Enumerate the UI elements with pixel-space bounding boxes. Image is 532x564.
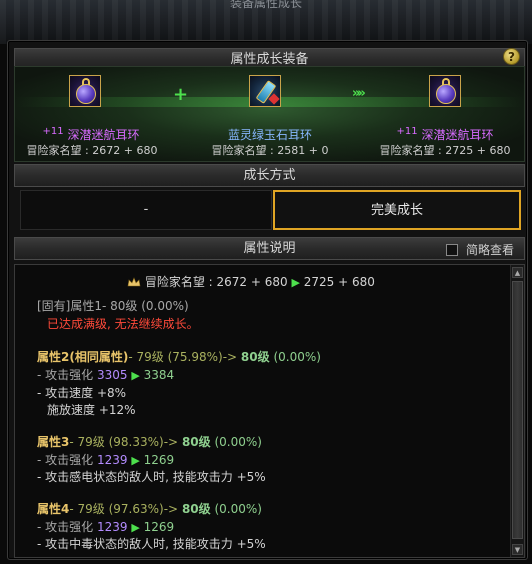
attr2-line-1: - 攻击强化 3305 ▶ 3384 <box>37 366 174 383</box>
attr2-level: - 79级 (75.98%) <box>128 350 223 364</box>
attr3-line-2: - 攻击感电状态的敌人时, 技能攻击力 +5% <box>37 470 266 484</box>
material-item-slot[interactable] <box>249 75 281 107</box>
result-item-slot[interactable] <box>429 75 461 107</box>
attr4-line1-from: 1239 <box>96 520 128 534</box>
forward-arrows-icon: »» <box>352 86 366 101</box>
attr2-line-3: 施放速度 +12% <box>47 403 136 417</box>
red-gem-icon <box>268 93 280 105</box>
attr2-line1-from: 3305 <box>96 368 128 382</box>
attr2-target: 80级 <box>240 350 270 364</box>
attr4-title: 属性4- 79级 (97.63%)-> 80级 (0.00%) <box>37 500 262 517</box>
attr3-line1-to: 1269 <box>143 453 175 467</box>
background-header: 装备属性成长 <box>0 0 532 44</box>
attr4-prefix: 属性4 <box>37 502 70 516</box>
increase-arrow-icon: ▶ <box>131 369 140 382</box>
brief-view-toggle[interactable]: 简略查看 <box>445 241 514 258</box>
material-item-name: 蓝灵绿玉石耳环 <box>205 126 335 143</box>
attr3-level: - 79级 (98.33%) <box>69 435 164 449</box>
source-item-label: 深潜迷航耳环 <box>67 128 140 142</box>
attr3-target-pct: (0.00%) <box>214 435 262 449</box>
attr4-line-1: - 攻击强化 1239 ▶ 1269 <box>37 518 174 535</box>
source-item-plus: +11 <box>42 126 64 137</box>
growth-option-none[interactable]: - <box>20 190 272 230</box>
attr4-arrow: -> <box>163 502 179 516</box>
scroll-up-icon[interactable]: ▲ <box>512 267 523 278</box>
fixed-attr-note: 已达成满级, 无法继续成长。 <box>47 317 199 331</box>
increase-arrow-icon: ▶ <box>131 521 140 534</box>
brief-view-checkbox[interactable] <box>445 244 458 256</box>
attr2-tag: (相同属性) <box>69 350 129 364</box>
increase-arrow-icon: ▶ <box>291 276 300 289</box>
attr2-prefix: 属性2 <box>37 350 70 364</box>
growth-mode-title: 成长方式 <box>14 164 525 187</box>
attr2-line1-label: - 攻击强化 <box>37 368 94 382</box>
result-item-label: 深潜迷航耳环 <box>421 128 494 142</box>
window-title: 装备属性成长 <box>229 0 302 10</box>
attr3-line-1: - 攻击强化 1239 ▶ 1269 <box>37 451 174 468</box>
help-icon[interactable]: ? <box>503 48 520 65</box>
result-item-fame: 冒险家名望 : 2725 + 680 <box>379 144 511 157</box>
source-item-slot[interactable] <box>69 75 101 107</box>
increase-arrow-icon: ▶ <box>131 454 140 467</box>
earring-orb-icon <box>76 84 96 104</box>
description-panel: 冒险家名望 : 2672 + 680 ▶ 2725 + 680 [固有]属性1-… <box>14 264 525 558</box>
attr2-line-2: - 攻击速度 +8% <box>37 386 127 400</box>
attr2-title: 属性2(相同属性)- 79级 (75.98%)-> 80级 (0.00%) <box>37 348 321 365</box>
attr3-line1-label: - 攻击强化 <box>37 453 94 467</box>
attr4-line-2: - 攻击中毒状态的敌人时, 技能攻击力 +5% <box>37 537 266 551</box>
scroll-thumb[interactable] <box>512 281 523 539</box>
attr2-arrow: -> <box>222 350 238 364</box>
attr4-line1-to: 1269 <box>143 520 175 534</box>
material-item-fame: 冒险家名望 : 2581 + 0 <box>211 144 329 157</box>
fame-from: 冒险家名望 : 2672 + 680 <box>144 275 288 289</box>
attr4-level: - 79级 (97.63%) <box>69 502 164 516</box>
plus-icon: + <box>173 84 189 105</box>
result-item-plus: +11 <box>396 126 418 137</box>
material-item-label: 蓝灵绿玉石耳环 <box>227 128 312 142</box>
attr4-target-pct: (0.00%) <box>214 502 262 516</box>
source-item-fame: 冒险家名望 : 2672 + 680 <box>26 144 158 157</box>
fame-compare-line: 冒险家名望 : 2672 + 680 ▶ 2725 + 680 <box>127 273 375 290</box>
brief-view-label: 简略查看 <box>465 243 514 257</box>
growth-option-perfect[interactable]: 完美成长 <box>273 190 521 230</box>
scroll-down-icon[interactable]: ▼ <box>512 544 523 555</box>
growth-mode-options: - 完美成长 <box>20 190 522 230</box>
attr2-target-pct: (0.00%) <box>273 350 321 364</box>
fame-to: 2725 + 680 <box>303 275 375 289</box>
equipment-area: + »» +11 深潜迷航耳环 冒险家名望 : 2672 + 680 蓝灵绿玉石… <box>14 66 525 162</box>
fixed-attr-title: [固有]属性1- 80级 (0.00%) <box>37 299 189 313</box>
attr3-arrow: -> <box>163 435 179 449</box>
description-scrollbar[interactable]: ▲ ▼ <box>510 265 524 557</box>
attr2-line1-to: 3384 <box>143 368 175 382</box>
description-header: 属性说明 简略查看 <box>14 237 525 260</box>
attr3-line1-from: 1239 <box>96 453 128 467</box>
attr3-prefix: 属性3 <box>37 435 70 449</box>
crown-icon <box>127 277 141 287</box>
attr4-target: 80级 <box>181 502 211 516</box>
source-item-name: +11 深潜迷航耳环 <box>31 126 151 143</box>
attr3-target: 80级 <box>181 435 211 449</box>
earring-orb-icon <box>436 84 456 104</box>
attr4-line1-label: - 攻击强化 <box>37 520 94 534</box>
attr3-title: 属性3- 79级 (98.33%)-> 80级 (0.00%) <box>37 433 262 450</box>
result-item-name: +11 深潜迷航耳环 <box>385 126 505 143</box>
